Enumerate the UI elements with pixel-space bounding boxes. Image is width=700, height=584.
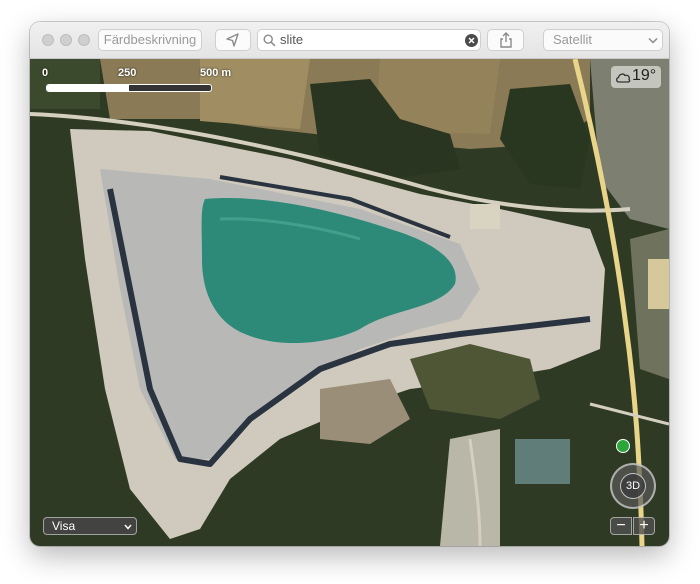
- maps-window: Färdbeskrivning slite Satellit 0 250 500…: [30, 22, 669, 546]
- share-button[interactable]: [487, 29, 524, 51]
- satellite-map[interactable]: 0 250 500 m 19° 3D − + Visa: [30, 59, 669, 546]
- zoom-window-button[interactable]: [78, 34, 90, 46]
- search-icon: [263, 34, 276, 47]
- directions-button[interactable]: Färdbeskrivning: [98, 29, 202, 51]
- current-location-button[interactable]: [215, 29, 251, 51]
- map-type-select[interactable]: Satellit: [543, 29, 663, 51]
- temperature-label: 19°: [632, 67, 657, 84]
- satellite-imagery[interactable]: [30, 59, 669, 546]
- directions-label: Färdbeskrivning: [103, 32, 197, 47]
- map-type-value: Satellit: [553, 32, 593, 47]
- poi-marker-icon[interactable]: [616, 439, 630, 453]
- scale-label-0: 0: [42, 67, 49, 79]
- search-field[interactable]: slite: [257, 29, 481, 51]
- 3d-button[interactable]: 3D: [620, 473, 646, 499]
- compass-control[interactable]: 3D: [610, 463, 656, 509]
- clear-search-icon[interactable]: [465, 34, 478, 47]
- location-arrow-icon: [226, 33, 239, 47]
- scale-label-500: 500 m: [200, 67, 232, 79]
- show-menu-label: Visa: [52, 519, 76, 533]
- chevron-down-icon: [124, 524, 132, 530]
- zoom-in-button[interactable]: +: [633, 517, 655, 535]
- minimize-window-button[interactable]: [60, 34, 72, 46]
- search-input[interactable]: slite: [280, 32, 303, 47]
- close-window-button[interactable]: [42, 34, 54, 46]
- zoom-out-button[interactable]: −: [610, 517, 632, 535]
- weather-widget[interactable]: 19°: [611, 66, 661, 88]
- share-icon: [499, 32, 512, 48]
- toolbar: Färdbeskrivning slite Satellit: [30, 22, 669, 59]
- chevron-down-icon: [648, 37, 658, 44]
- show-menu-select[interactable]: Visa: [43, 517, 137, 535]
- cloud-icon: [616, 73, 631, 83]
- scale-bar: [46, 84, 212, 92]
- scale-label-250: 250: [118, 67, 137, 79]
